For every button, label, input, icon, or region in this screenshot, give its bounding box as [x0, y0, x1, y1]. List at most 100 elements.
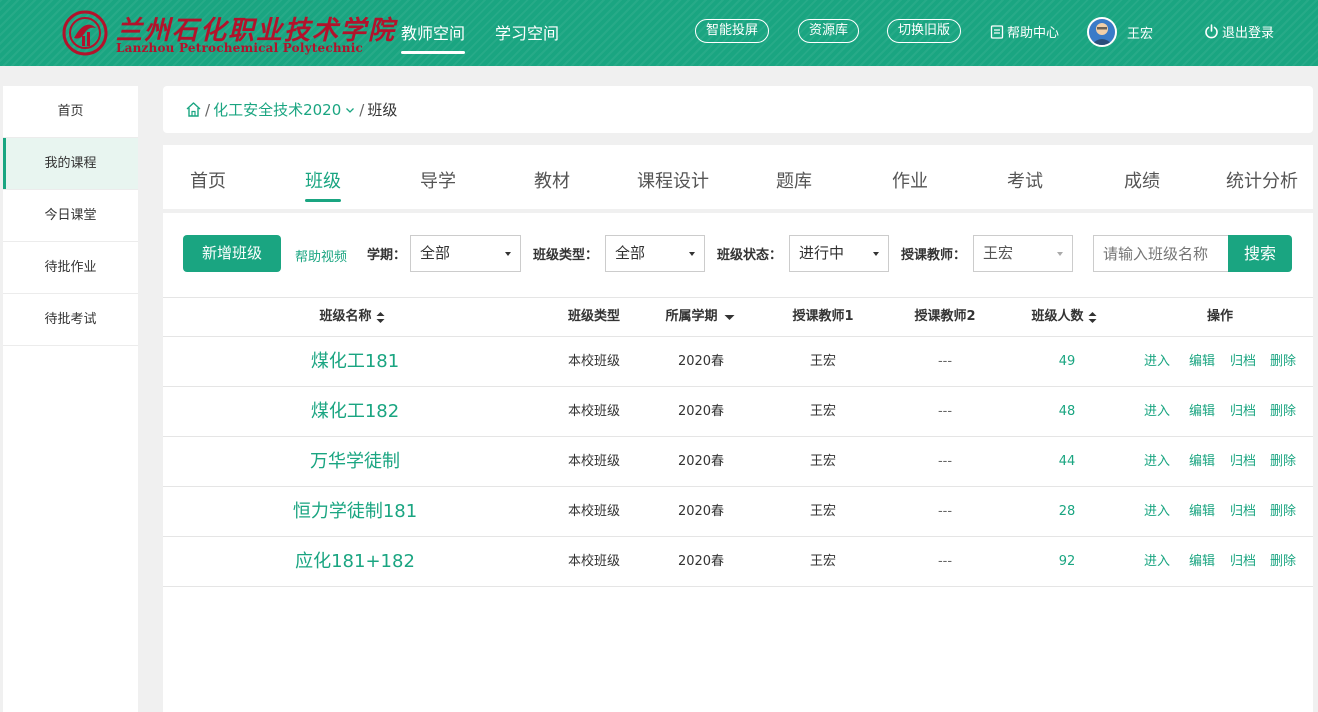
- class-name-link[interactable]: 煤化工181: [311, 337, 399, 386]
- term-cell: 2020春: [677, 554, 725, 569]
- column-header-label: 授课教师2: [914, 309, 976, 324]
- teacher-select[interactable]: 王宏: [973, 235, 1073, 272]
- help-center-link[interactable]: 帮助中心: [990, 22, 1059, 41]
- archive-button[interactable]: 归档: [1230, 387, 1256, 436]
- enter-button[interactable]: 进入: [1144, 487, 1170, 536]
- caret-down-icon: [873, 252, 879, 256]
- tab-grades[interactable]: 成绩: [1124, 167, 1160, 193]
- class-status-select[interactable]: 进行中: [789, 235, 889, 272]
- teacher2-cell: ---: [937, 554, 953, 569]
- class-type-select[interactable]: 全部: [605, 235, 705, 272]
- resource-library-button[interactable]: 资源库: [798, 19, 860, 43]
- chevron-down-icon[interactable]: [344, 104, 356, 116]
- teacher1-cell: 王宏: [809, 354, 837, 369]
- school-logo[interactable]: 兰州石化职业技术学院 Lanzhou Petrochemical Polytec…: [62, 8, 394, 60]
- student-count-cell: 48: [1058, 404, 1076, 419]
- delete-button[interactable]: 删除: [1270, 387, 1296, 436]
- sidebar-item-today-class[interactable]: 今日课堂: [3, 190, 138, 242]
- column-header-label: 班级类型: [567, 309, 621, 324]
- edit-button[interactable]: 编辑: [1189, 437, 1215, 486]
- term-filter-label: 学期：: [367, 248, 407, 263]
- sort-icon: [376, 311, 385, 323]
- home-icon[interactable]: [185, 101, 202, 118]
- column-header-class-name[interactable]: 班级名称: [319, 298, 385, 336]
- user-name[interactable]: 王宏: [1127, 23, 1153, 42]
- sidebar-item-my-courses[interactable]: 我的课程: [3, 138, 138, 190]
- switch-old-version-button[interactable]: 切换旧版: [887, 19, 962, 43]
- sort-desc-icon: [724, 314, 735, 320]
- help-video-link[interactable]: 帮助视频: [295, 246, 347, 265]
- enter-button[interactable]: 进入: [1144, 537, 1170, 586]
- enter-button[interactable]: 进入: [1144, 387, 1170, 436]
- term-cell: 2020春: [677, 454, 725, 469]
- help-center-label: 帮助中心: [1007, 26, 1060, 41]
- caret-down-icon: [689, 252, 695, 256]
- class-name-link[interactable]: 煤化工182: [311, 387, 399, 436]
- column-header-label: 班级人数: [1031, 309, 1084, 324]
- user-avatar[interactable]: [1087, 17, 1117, 47]
- logout-button[interactable]: 退出登录: [1204, 22, 1274, 41]
- column-header-label: 操作: [1206, 309, 1234, 324]
- class-name-link[interactable]: 万华学徒制: [310, 437, 400, 486]
- tab-course-design[interactable]: 课程设计: [637, 167, 709, 193]
- class-name-search-input[interactable]: [1093, 235, 1229, 272]
- delete-button[interactable]: 删除: [1270, 487, 1296, 536]
- edit-button[interactable]: 编辑: [1189, 387, 1215, 436]
- delete-button[interactable]: 删除: [1270, 537, 1296, 586]
- archive-button[interactable]: 归档: [1230, 437, 1256, 486]
- delete-button[interactable]: 删除: [1270, 437, 1296, 486]
- class-type-cell: 本校班级: [567, 404, 621, 419]
- nav-teacher-space[interactable]: 教师空间: [401, 20, 466, 54]
- student-count-cell: 28: [1058, 504, 1076, 519]
- tab-home[interactable]: 首页: [190, 167, 226, 193]
- tab-classes[interactable]: 班级: [305, 167, 341, 202]
- term-select-value: 全部: [420, 244, 451, 262]
- column-header-label: 授课教师1: [792, 309, 854, 324]
- edit-button[interactable]: 编辑: [1189, 537, 1215, 586]
- archive-button[interactable]: 归档: [1230, 337, 1256, 386]
- tab-exams[interactable]: 考试: [1007, 167, 1043, 193]
- student-count-cell: 49: [1058, 354, 1076, 369]
- class-table: 班级名称 班级类型 所属学期 授课教师1 授课教师2 班级人数 操作 煤化工18…: [163, 297, 1313, 587]
- enter-button[interactable]: 进入: [1144, 337, 1170, 386]
- tab-question-bank[interactable]: 题库: [776, 167, 812, 193]
- tab-statistics[interactable]: 统计分析: [1226, 167, 1298, 193]
- edit-button[interactable]: 编辑: [1189, 337, 1215, 386]
- archive-button[interactable]: 归档: [1230, 487, 1256, 536]
- help-doc-icon: [990, 24, 1004, 39]
- nav-study-space[interactable]: 学习空间: [495, 20, 559, 44]
- sidebar: 首页 我的课程 今日课堂 待批作业 待批考试: [3, 86, 138, 712]
- breadcrumb: / 化工安全技术2020 / 班级: [163, 86, 1313, 133]
- column-header-student-count[interactable]: 班级人数: [1031, 298, 1097, 336]
- class-type-filter-label: 班级类型：: [533, 248, 599, 263]
- class-type-cell: 本校班级: [567, 454, 621, 469]
- teacher-select-value: 王宏: [983, 244, 1014, 262]
- caret-down-icon: [505, 252, 511, 256]
- sidebar-item-home[interactable]: 首页: [3, 86, 138, 138]
- tab-homework[interactable]: 作业: [892, 167, 928, 193]
- search-button[interactable]: 搜索: [1228, 235, 1292, 272]
- sidebar-item-pending-homework[interactable]: 待批作业: [3, 242, 138, 294]
- breadcrumb-course[interactable]: 化工安全技术2020: [213, 99, 341, 120]
- sort-icon: [1088, 311, 1097, 323]
- class-status-select-value: 进行中: [799, 244, 845, 262]
- edit-button[interactable]: 编辑: [1189, 487, 1215, 536]
- teacher1-cell: 王宏: [809, 504, 837, 519]
- smart-cast-button[interactable]: 智能投屏: [695, 19, 770, 43]
- table-row: 煤化工182 本校班级 2020春 王宏 --- 48 进入 编辑 归档 删除: [163, 387, 1313, 437]
- archive-button[interactable]: 归档: [1230, 537, 1256, 586]
- column-header-term[interactable]: 所属学期: [665, 298, 735, 336]
- class-name-link[interactable]: 应化181+182: [295, 537, 415, 586]
- class-status-filter-label: 班级状态：: [717, 248, 783, 263]
- add-class-button[interactable]: 新增班级: [183, 235, 281, 272]
- column-header-actions: 操作: [1207, 298, 1233, 336]
- class-name-link[interactable]: 恒力学徒制181: [293, 487, 417, 536]
- tab-guide[interactable]: 导学: [420, 167, 456, 193]
- caret-down-icon: [1057, 252, 1063, 256]
- tab-textbook[interactable]: 教材: [534, 167, 570, 193]
- term-select[interactable]: 全部: [410, 235, 521, 272]
- delete-button[interactable]: 删除: [1270, 337, 1296, 386]
- sidebar-item-pending-exams[interactable]: 待批考试: [3, 294, 138, 346]
- class-type-cell: 本校班级: [567, 504, 621, 519]
- enter-button[interactable]: 进入: [1144, 437, 1170, 486]
